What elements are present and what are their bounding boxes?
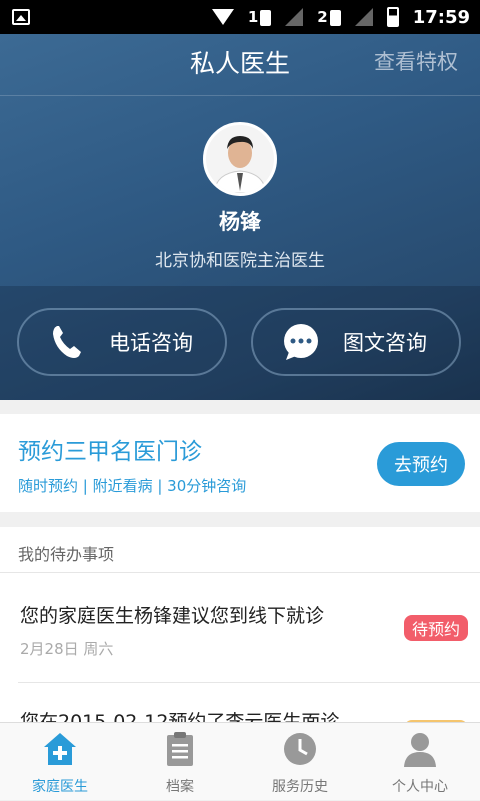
promo-title: 预约三甲名医门诊 — [18, 439, 202, 465]
tab-service-history[interactable]: 服务历史 — [240, 723, 360, 801]
appointment-promo[interactable]: 预约三甲名医门诊 随时预约 | 附近看病 | 30分钟咨询 去预约 — [0, 414, 480, 512]
doctor-title: 北京协和医院主治医生 — [155, 251, 325, 271]
tab-label: 服务历史 — [272, 779, 328, 795]
battery-icon — [386, 7, 399, 27]
home-medical-icon — [44, 733, 76, 765]
gallery-notification-icon — [12, 9, 30, 25]
text-consult-label: 图文咨询 — [343, 331, 427, 355]
book-appointment-button[interactable]: 去预约 — [377, 442, 465, 486]
tab-records[interactable]: 档案 — [120, 723, 240, 801]
top-bar: 私人医生 查看特权 — [0, 34, 480, 96]
promo-subtitle: 随时预约 | 附近看病 | 30分钟咨询 — [18, 477, 247, 495]
clock-icon — [284, 733, 316, 765]
doctor-name: 杨锋 — [219, 210, 261, 234]
divider — [18, 682, 480, 683]
phone-icon — [53, 326, 81, 358]
phone-consult-label: 电话咨询 — [109, 331, 193, 355]
status-badge: 待预约 — [404, 615, 468, 641]
bottom-tab-bar: 家庭医生 档案 服务历史 个人中心 — [0, 722, 480, 800]
phone-consult-button[interactable]: 电话咨询 — [17, 308, 227, 376]
consult-buttons: 电话咨询 图文咨询 — [0, 286, 480, 400]
chat-bubble-icon — [284, 324, 318, 360]
todo-section: 我的待办事项 您的家庭医生杨锋建议您到线下就诊 2月28日 周六 待预约 您在2… — [0, 527, 480, 746]
clipboard-icon — [167, 732, 193, 766]
sim1-icon: 1 — [248, 8, 272, 26]
tab-label: 家庭医生 — [32, 779, 88, 795]
todo-item-text: 您的家庭医生杨锋建议您到线下就诊 — [20, 605, 325, 627]
signal1-icon — [285, 8, 304, 26]
signal2-icon — [354, 8, 373, 26]
clock-time: 17:59 — [412, 6, 470, 28]
status-right: 1 2 17:59 — [211, 0, 470, 34]
todo-item-date: 2月28日 周六 — [20, 640, 114, 658]
wifi-icon — [211, 9, 234, 25]
divider — [0, 572, 480, 573]
tab-label: 个人中心 — [392, 779, 448, 795]
doctor-hero: 私人医生 查看特权 杨锋 北京协和医院主治医生 电话咨询 图文咨询 — [0, 34, 480, 400]
person-icon — [404, 733, 436, 767]
tab-personal-center[interactable]: 个人中心 — [360, 723, 480, 801]
text-consult-button[interactable]: 图文咨询 — [251, 308, 461, 376]
status-bar: 1 2 17:59 — [0, 0, 480, 34]
view-privileges-link[interactable]: 查看特权 — [374, 46, 458, 76]
sim2-icon: 2 — [317, 8, 341, 26]
todo-heading: 我的待办事项 — [18, 545, 115, 564]
doctor-avatar[interactable] — [203, 122, 277, 196]
tab-label: 档案 — [166, 779, 194, 795]
tab-family-doctor[interactable]: 家庭医生 — [0, 723, 120, 801]
